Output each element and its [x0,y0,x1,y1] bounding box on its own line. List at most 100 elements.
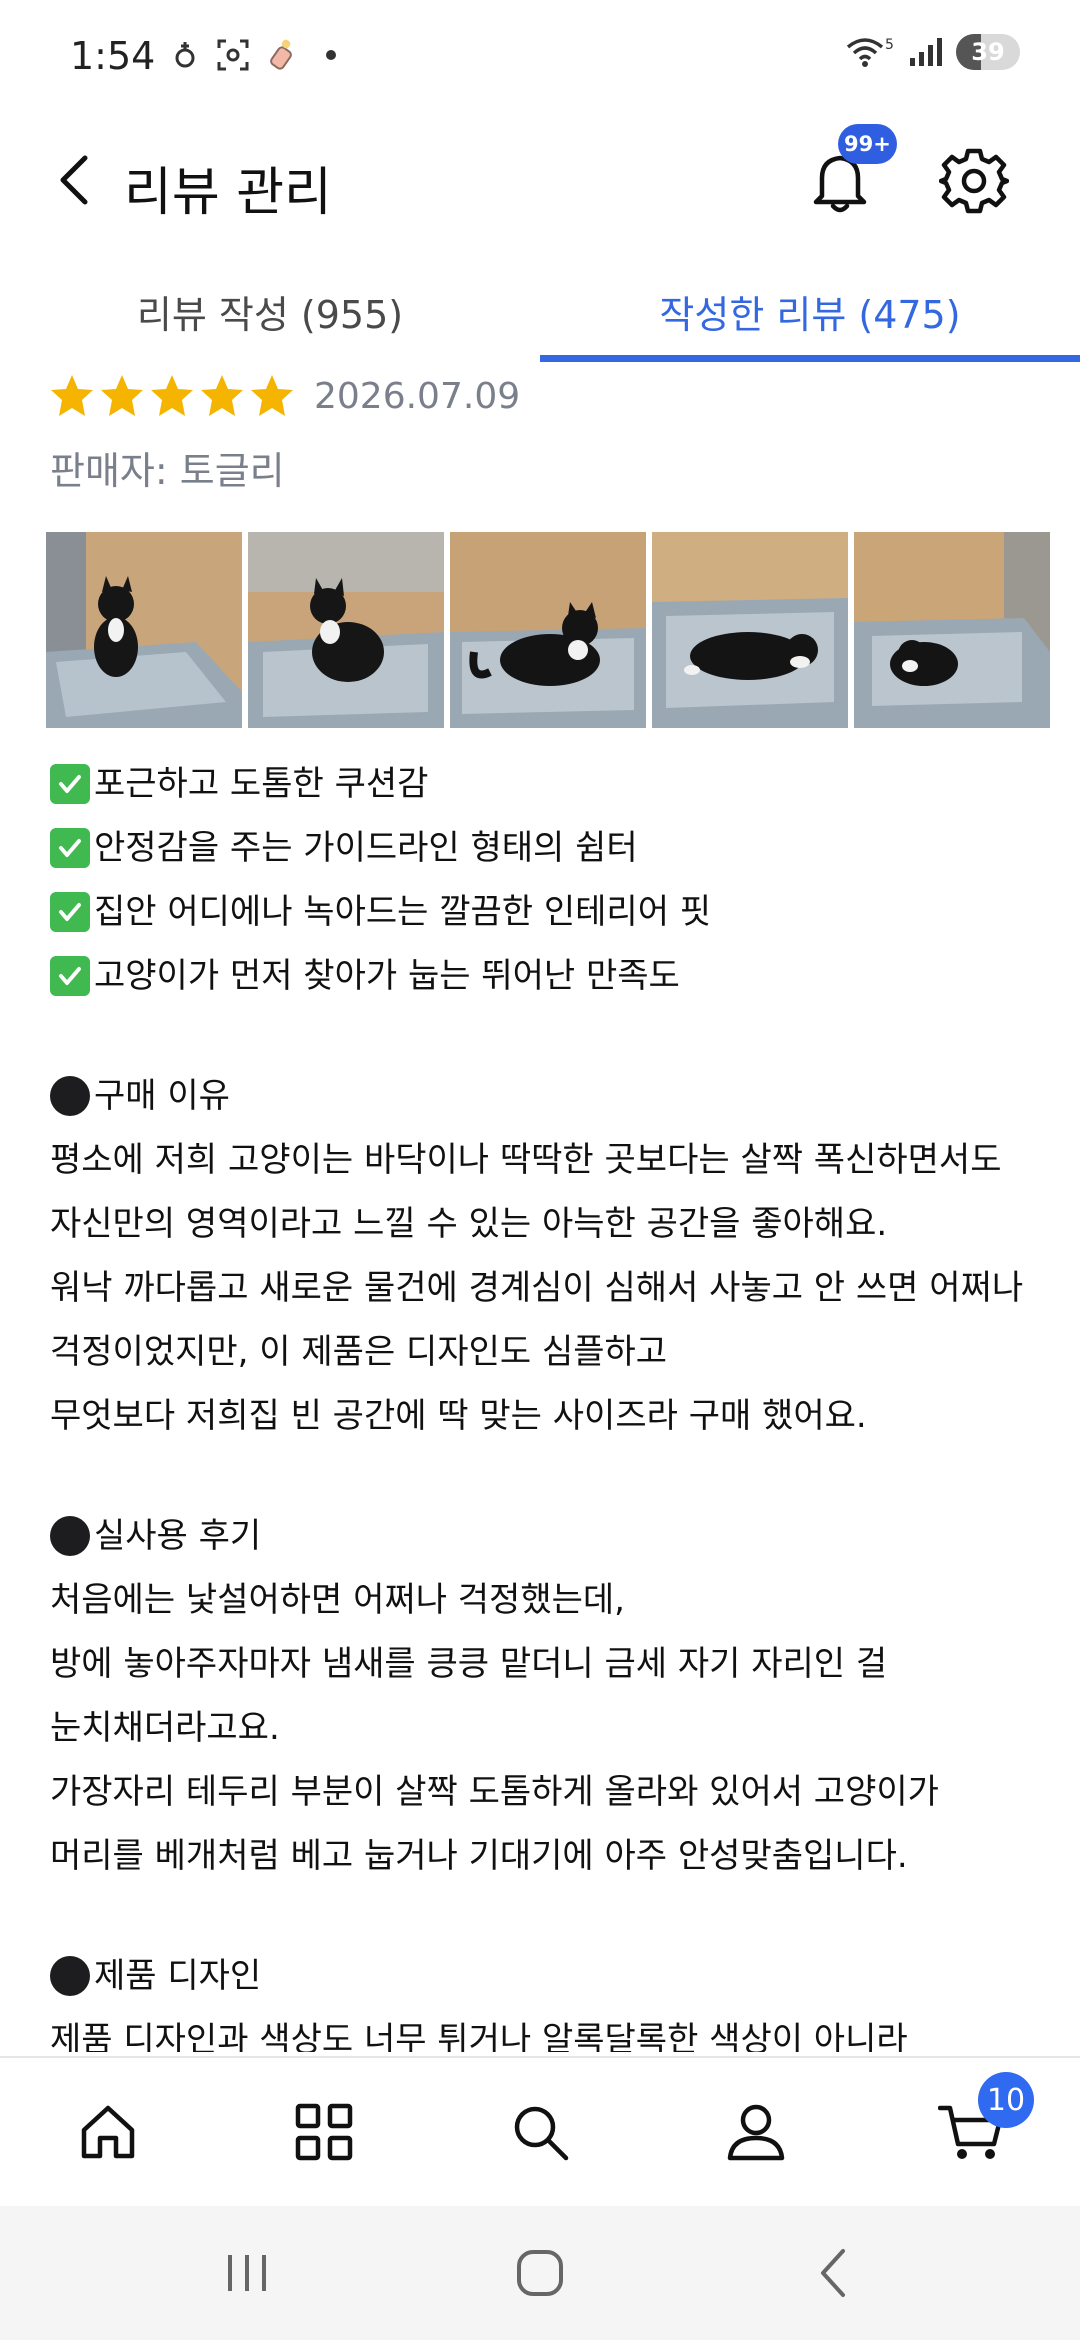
text: 구매 이유 [94,1076,230,1116]
highlight-item: 포근하고 도톰한 쿠션감 [50,752,1050,816]
home-button[interactable] [490,2223,590,2323]
nav-category[interactable] [264,2072,384,2192]
recent-apps-button[interactable] [197,2223,297,2323]
screenshot-icon [216,38,250,72]
system-back-button[interactable] [783,2223,883,2323]
signal-icon [906,35,946,69]
section-heading: 구매 이유 [50,1064,1050,1128]
cart-count-badge: 10 [978,2072,1034,2128]
review-text-line: 평소에 저희 고양이는 바닥이나 딱딱한 곳보다는 살짝 폭신하면서도 [50,1128,1050,1192]
highlight-item: 고양이가 먼저 찾아가 눕는 뛰어난 만족도 [50,944,1050,1008]
review-text-line: 무엇보다 저희집 빈 공간에 딱 맞는 사이즈라 구매 했어요. [50,1384,1050,1448]
review-date: 2026.07.09 [314,375,521,417]
star-filled-icon [51,375,93,416]
review-text-line: 자신만의 영역이라고 느낄 수 있는 아늑한 공간을 좋아해요. [50,1192,1050,1256]
more-notifications-dot [326,50,336,60]
star-filled-icon [201,375,243,416]
status-bar: 1:54 5 39 [0,0,1080,120]
search-icon [514,2106,569,2161]
status-time: 1:54 [70,34,156,78]
tab-written-reviews[interactable]: 작성한 리뷰 (475) [540,260,1080,362]
text: 머리를 베개처럼 베고 눕거나 기대기에 아주 안성맞춤입니다. [50,1836,908,1876]
network-type-label: 5 [885,37,894,53]
battery-level: 39 [971,38,1005,66]
text: 처음에는 낯설어하면 어쩌나 걱정했는데, [50,1580,625,1620]
text: 무엇보다 저희집 빈 공간에 딱 맞는 사이즈라 구매 했어요. [50,1396,867,1436]
review-photo[interactable] [854,532,1050,728]
section-heading: 제품 디자인 [50,1944,1050,2008]
rating-row: 2026.07.09 [48,372,520,420]
review-photo[interactable] [46,532,242,728]
nav-cart[interactable]: 10 [912,2072,1034,2192]
seller-name: 판매자: 토글리 [50,449,285,493]
star-filled-icon [101,375,143,416]
category-grid-icon [295,2103,353,2161]
text: 자신만의 영역이라고 느낄 수 있는 아늑한 공간을 좋아해요. [50,1204,888,1244]
text: 걱정이었지만, 이 제품은 디자인도 심플하고 [50,1332,668,1372]
review-text-line: 제품 디자인과 색상도 너무 튀거나 알록달록한 색상이 아니라 [50,2008,1050,2052]
text: 워낙 까다롭고 새로운 물건에 경계심이 심해서 사놓고 안 쓰면 어쩌나 [50,1268,1024,1308]
nav-home[interactable] [48,2072,168,2192]
screen: 1:54 5 39 리뷰 관리 99+ 리뷰 작성 (955) 작성한 리뷰 (… [0,0,1080,2340]
review-text-line: 가장자리 테두리 부분이 살짝 도톰하게 올라와 있어서 고양이가 [50,1760,1050,1824]
review-photos [46,532,1080,728]
review-photo[interactable] [450,532,646,728]
text: 가장자리 테두리 부분이 살짝 도톰하게 올라와 있어서 고양이가 [50,1772,939,1812]
review-photo[interactable] [652,532,848,728]
review-text-line: 방에 놓아주자마자 냄새를 킁킁 맡더니 금세 자기 자리인 걸 [50,1632,1050,1696]
black-circle-icon [50,1076,90,1116]
review-card: 2026.07.09 판매자: 토글리 포근하고 도톰한 쿠션감안정감을 주는 … [0,362,1080,2052]
text: 제품 디자인과 색상도 너무 튀거나 알록달록한 색상이 아니라 [50,2020,908,2052]
page-title: 리뷰 관리 [124,163,332,223]
section-heading: 실사용 후기 [50,1504,1050,1568]
star-rating [48,372,296,420]
system-navigation-bar [0,2206,1080,2340]
review-photo[interactable] [248,532,444,728]
star-filled-icon [251,375,293,416]
review-text-line: 처음에는 낯설어하면 어쩌나 걱정했는데, [50,1568,1050,1632]
text: 안정감을 주는 가이드라인 형태의 쉼터 [94,828,638,868]
battery-indicator: 39 [956,34,1020,70]
bottom-navigation: 10 [0,2056,1080,2206]
highlight-item: 안정감을 주는 가이드라인 형태의 쉼터 [50,816,1050,880]
bluetooth-icon [168,38,202,72]
text: 포근하고 도톰한 쿠션감 [94,764,429,804]
text: 평소에 저희 고양이는 바닥이나 딱딱한 곳보다는 살짝 폭신하면서도 [50,1140,1002,1180]
review-text-line: 머리를 베개처럼 베고 눕거나 기대기에 아주 안성맞춤입니다. [50,1824,1050,1888]
text: 눈치채더라고요. [50,1708,280,1748]
account-icon [727,2104,785,2161]
review-text-line: 워낙 까다롭고 새로운 물건에 경계심이 심해서 사놓고 안 쓰면 어쩌나 [50,1256,1050,1320]
home-circle-icon [516,2250,563,2296]
star-filled-icon [151,375,193,416]
tab-write-review[interactable]: 리뷰 작성 (955) [0,260,540,362]
notification-badge: 99+ [838,124,897,164]
black-circle-icon [50,1516,90,1556]
status-right: 5 39 [844,34,1020,70]
text: 고양이가 먼저 찾아가 눕는 뛰어난 만족도 [94,956,680,996]
review-text-line: 눈치채더라고요. [50,1696,1050,1760]
status-notification-icons [168,38,336,72]
check-mark-icon [50,764,90,804]
review-text-line: 걱정이었지만, 이 제품은 디자인도 심플하고 [50,1320,1050,1384]
wifi-icon: 5 [844,35,896,69]
nav-my-account[interactable] [696,2072,816,2192]
gear-icon [939,148,1009,214]
text: 집안 어디에나 녹아드는 깔끔한 인테리어 핏 [94,892,712,932]
text: 실사용 후기 [94,1516,262,1556]
check-mark-icon [50,956,90,996]
text: 방에 놓아주자마자 냄새를 킁킁 맡더니 금세 자기 자리인 걸 [50,1644,888,1684]
review-tabs: 리뷰 작성 (955) 작성한 리뷰 (475) [0,260,1080,362]
check-mark-icon [50,828,90,868]
system-back-icon [821,2249,846,2297]
baby-bottle-icon [264,38,298,72]
black-circle-icon [50,1956,90,1996]
highlight-item: 집안 어디에나 녹아드는 깔끔한 인테리어 핏 [50,880,1050,944]
settings-button[interactable] [934,136,1014,226]
nav-search[interactable] [480,2072,600,2192]
recent-apps-icon [227,2255,266,2291]
back-button[interactable] [40,138,110,222]
check-mark-icon [50,892,90,932]
text: 제품 디자인 [94,1956,262,1996]
